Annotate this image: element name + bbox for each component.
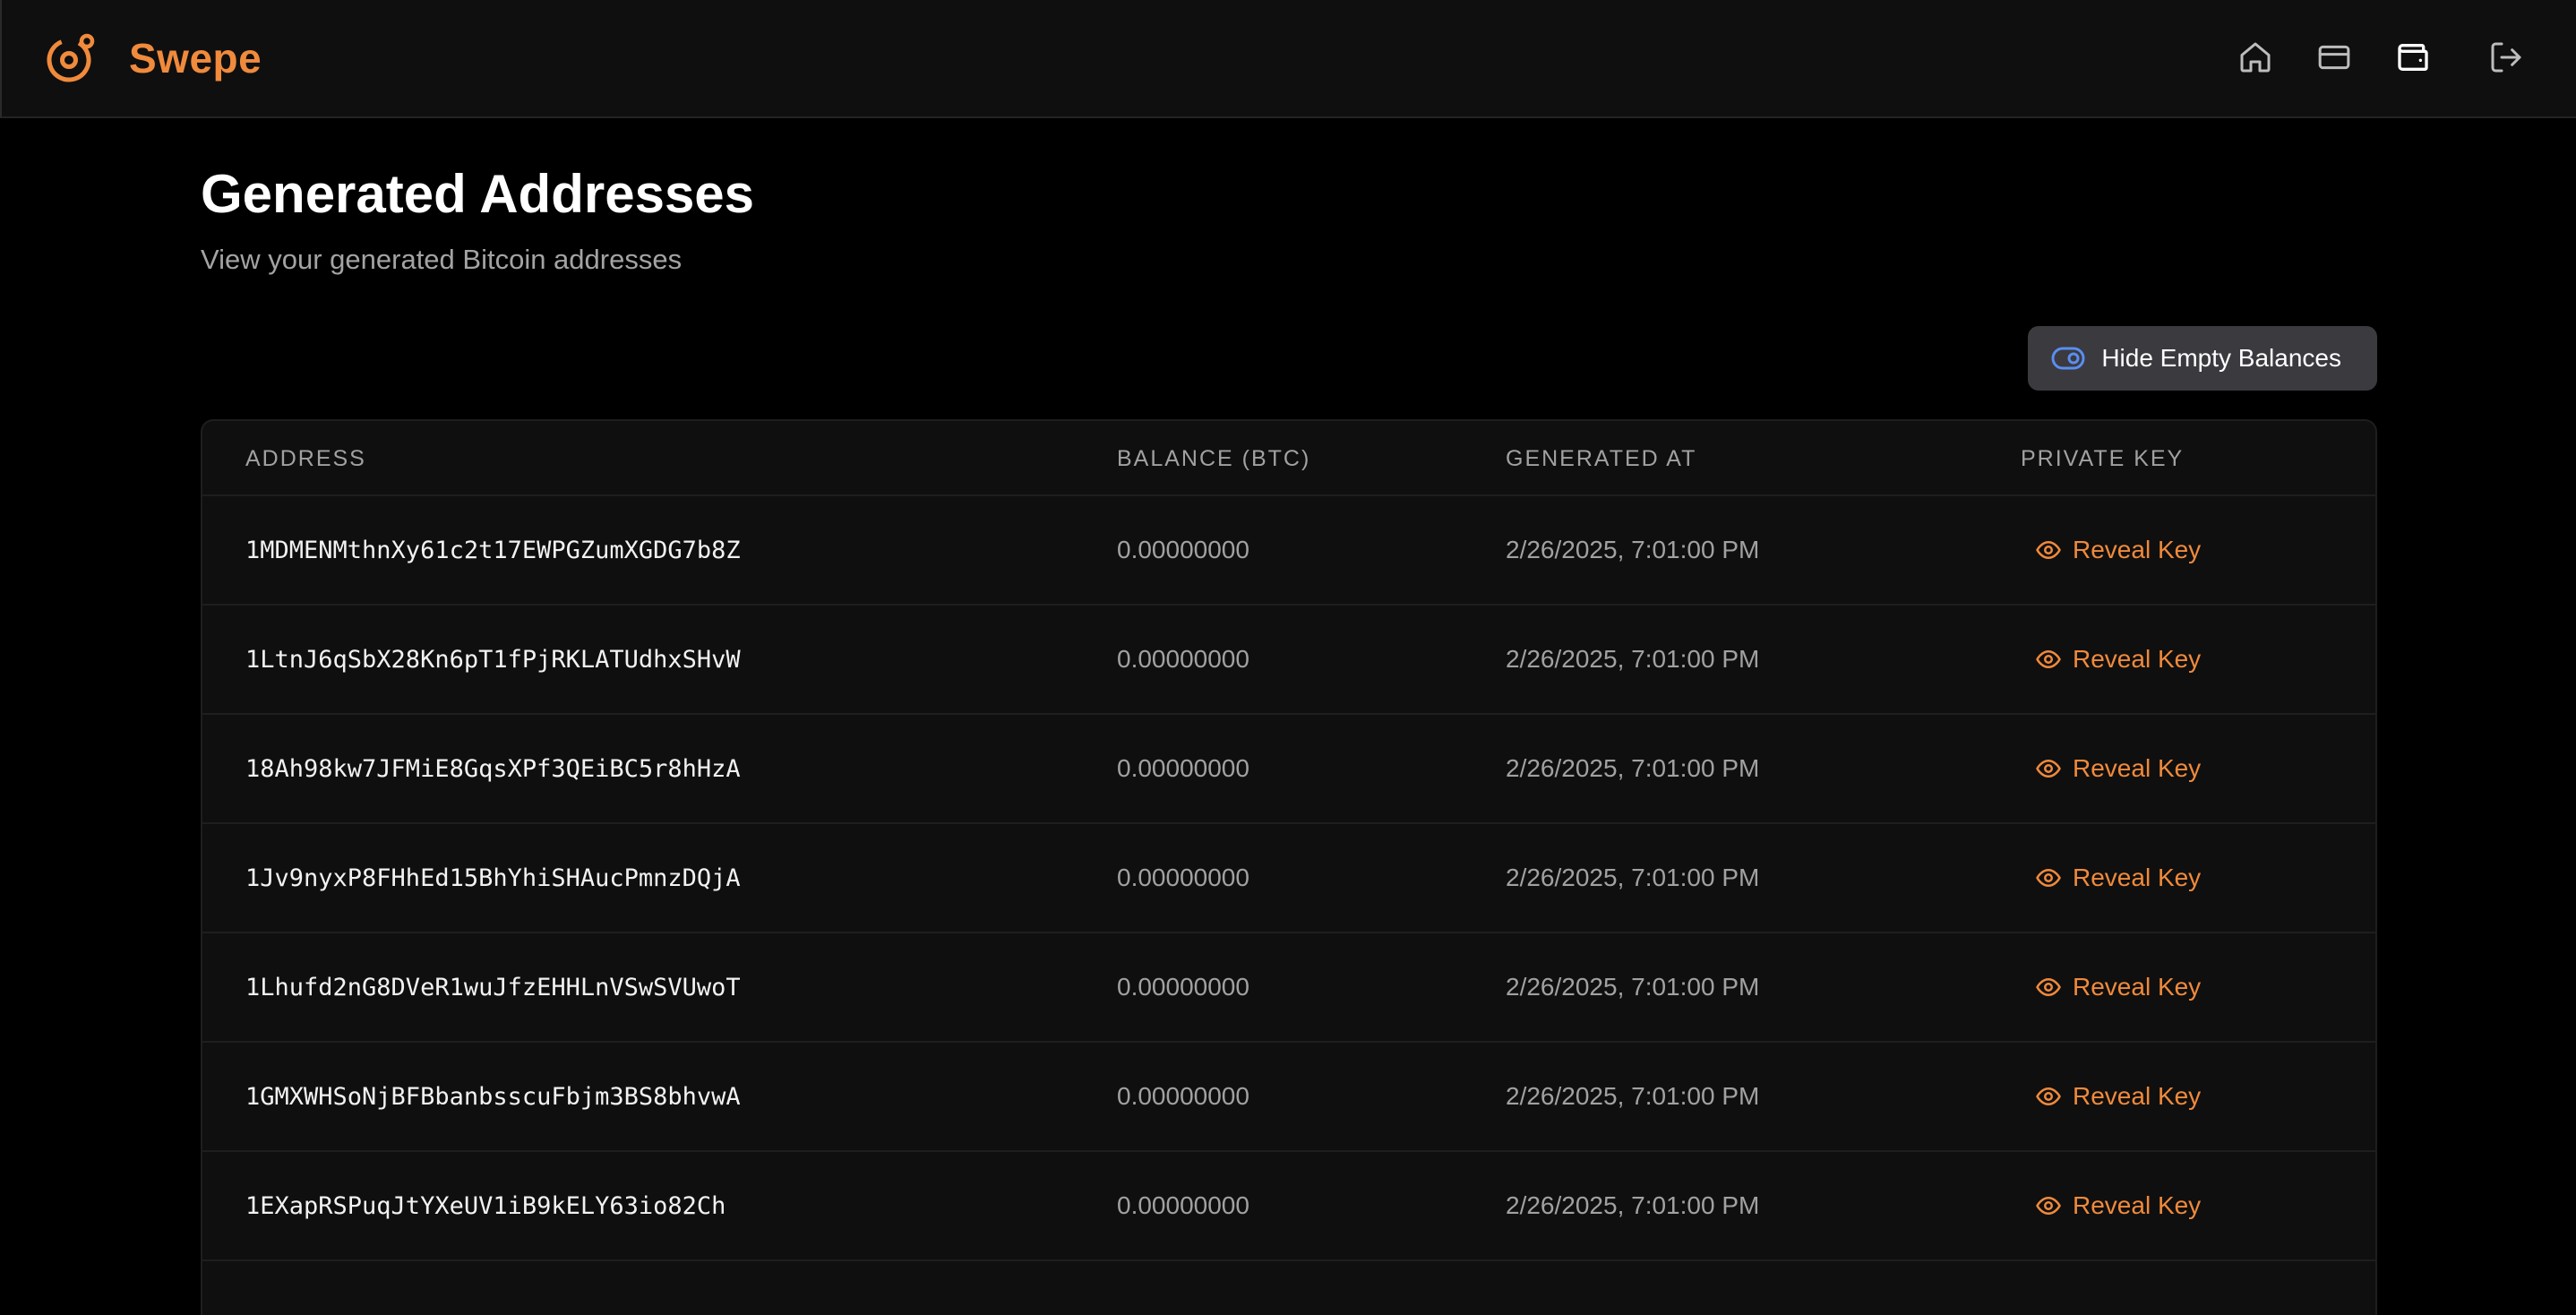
balance-cell: 0.00000000 (1117, 864, 1249, 891)
address-cell[interactable]: 1GMXWHSoNjBFBbanbsscuFbjm3BS8bhvwA (245, 1043, 741, 1150)
reveal-key-label: Reveal Key (2073, 973, 2202, 1001)
addresses-table: ADDRESS BALANCE (BTC) GENERATED AT PRIVA… (201, 419, 2377, 1315)
reveal-key-label: Reveal Key (2073, 1082, 2202, 1110)
generated-at-cell: 2/26/2025, 7:01:00 PM (1506, 754, 1760, 782)
balance-cell: 0.00000000 (1117, 536, 1249, 563)
header-balance: BALANCE (BTC) (1117, 446, 1311, 471)
table-row: 1GMXWHSoNjBFBbanbsscuFbjm3BS8bhvwA 0.000… (202, 1043, 2375, 1152)
balance-cell: 0.00000000 (1117, 645, 1249, 673)
table-row: 1Lhufd2nG8DVeR1wuJfzEHHLnVSwSVUwoT 0.000… (202, 933, 2375, 1043)
logout-icon (2488, 39, 2524, 80)
toggle-switch-icon (2051, 347, 2085, 370)
header-generated-at: GENERATED AT (1506, 446, 1697, 471)
nav-wallet-button[interactable] (2386, 32, 2440, 86)
eye-icon (2035, 1083, 2062, 1110)
reveal-key-button[interactable]: Reveal Key (2035, 824, 2201, 932)
address-cell[interactable]: 1LtnJ6qSbX28Kn6pT1fPjRKLATUdhxSHvW (245, 606, 741, 713)
page-subtitle: View your generated Bitcoin addresses (201, 244, 683, 275)
reveal-key-button[interactable]: Reveal Key (2035, 715, 2201, 822)
brand[interactable]: Swepe (45, 27, 262, 90)
address-cell[interactable]: 1Lhufd2nG8DVeR1wuJfzEHHLnVSwSVUwoT (245, 933, 741, 1041)
address-cell[interactable]: 1MDMENMthnXy61c2t17EWPGZumXGDG7b8Z (245, 496, 741, 604)
table-row: 1Jv9nyxP8FHhEd15BhYhiSHAucPmnzDQjA 0.000… (202, 824, 2375, 933)
table-row: 1MDMENMthnXy61c2t17EWPGZumXGDG7b8Z 0.000… (202, 496, 2375, 606)
brand-name: Swepe (129, 35, 262, 82)
table-row (202, 1261, 2375, 1315)
generated-at-cell: 2/26/2025, 7:01:00 PM (1506, 864, 1760, 891)
balance-cell: 0.00000000 (1117, 973, 1249, 1001)
table-header: ADDRESS BALANCE (BTC) GENERATED AT PRIVA… (202, 421, 2375, 496)
swepe-logo-icon (45, 32, 97, 84)
generated-at-cell: 2/26/2025, 7:01:00 PM (1506, 645, 1760, 673)
top-navbar: Swepe (0, 0, 2576, 118)
eye-icon (2035, 1192, 2062, 1219)
reveal-key-label: Reveal Key (2073, 645, 2202, 673)
credit-card-icon (2316, 39, 2352, 80)
eye-icon (2035, 755, 2062, 782)
reveal-key-label: Reveal Key (2073, 1191, 2202, 1219)
generated-at-cell: 2/26/2025, 7:01:00 PM (1506, 536, 1760, 563)
table-row: 18Ah98kw7JFMiE8GqsXPf3QEiBC5r8hHzA 0.000… (202, 715, 2375, 824)
header-address: ADDRESS (245, 446, 366, 471)
balance-cell: 0.00000000 (1117, 754, 1249, 782)
reveal-key-button[interactable]: Reveal Key (2035, 933, 2201, 1041)
generated-at-cell: 2/26/2025, 7:01:00 PM (1506, 1191, 1760, 1219)
address-cell[interactable]: 1EXapRSPuqJtYXeUV1iB9kELY63io82Ch (245, 1152, 726, 1259)
hide-empty-balances-toggle[interactable]: Hide Empty Balances (2028, 326, 2377, 391)
generated-at-cell: 2/26/2025, 7:01:00 PM (1506, 1082, 1760, 1110)
eye-icon (2035, 537, 2062, 563)
nav-cards-button[interactable] (2307, 32, 2361, 86)
reveal-key-label: Reveal Key (2073, 864, 2202, 891)
table-row: 1LtnJ6qSbX28Kn6pT1fPjRKLATUdhxSHvW 0.000… (202, 606, 2375, 715)
reveal-key-button[interactable]: Reveal Key (2035, 1043, 2201, 1150)
balance-cell: 0.00000000 (1117, 1082, 1249, 1110)
address-cell[interactable]: 1Jv9nyxP8FHhEd15BhYhiSHAucPmnzDQjA (245, 824, 741, 932)
reveal-key-label: Reveal Key (2073, 536, 2202, 563)
generated-at-cell: 2/26/2025, 7:01:00 PM (1506, 973, 1760, 1001)
page-title: Generated Addresses (201, 164, 755, 224)
table-row: 1EXapRSPuqJtYXeUV1iB9kELY63io82Ch 0.0000… (202, 1152, 2375, 1261)
eye-icon (2035, 864, 2062, 891)
address-cell[interactable]: 18Ah98kw7JFMiE8GqsXPf3QEiBC5r8hHzA (245, 715, 741, 822)
header-private-key: PRIVATE KEY (2021, 446, 2185, 471)
nav-logout-button[interactable] (2479, 32, 2533, 86)
reveal-key-button[interactable]: Reveal Key (2035, 1152, 2201, 1259)
reveal-key-button[interactable]: Reveal Key (2035, 496, 2201, 604)
reveal-key-label: Reveal Key (2073, 754, 2202, 782)
eye-icon (2035, 974, 2062, 1001)
toggle-label: Hide Empty Balances (2101, 344, 2341, 372)
home-icon (2237, 39, 2273, 80)
nav-home-button[interactable] (2228, 32, 2282, 86)
reveal-key-button[interactable]: Reveal Key (2035, 606, 2201, 713)
wallet-icon (2395, 39, 2431, 80)
eye-icon (2035, 646, 2062, 673)
balance-cell: 0.00000000 (1117, 1191, 1249, 1219)
